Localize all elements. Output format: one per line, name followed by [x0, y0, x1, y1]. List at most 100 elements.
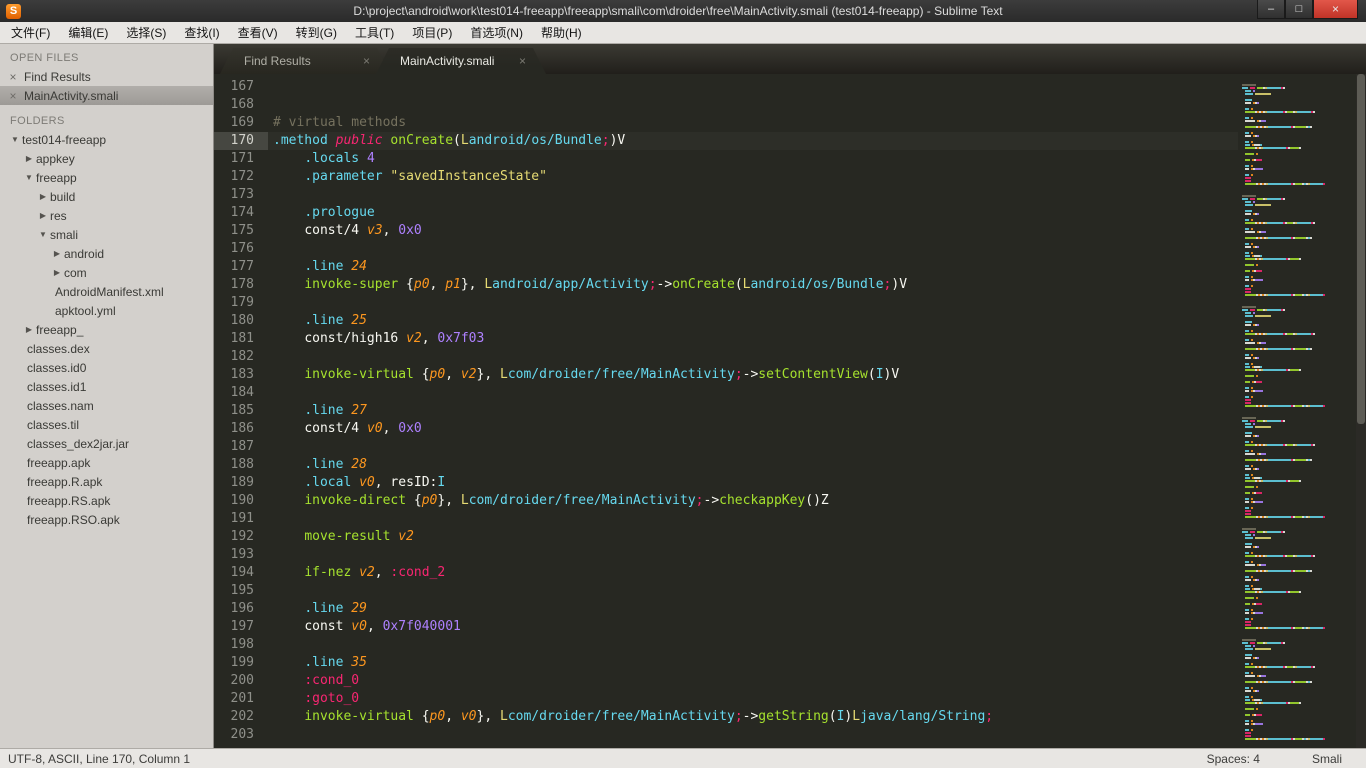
code-line-187[interactable]: 187: [214, 438, 1238, 456]
line-number[interactable]: 177: [214, 258, 268, 276]
tree-item-freeapp-rso-apk[interactable]: freeapp.RSO.apk: [0, 510, 213, 529]
menu-item-3[interactable]: 查找(I): [175, 21, 228, 44]
code-line-170[interactable]: 170 .method public onCreate(Landroid/os/B…: [214, 132, 1238, 150]
code-line-168[interactable]: 168: [214, 96, 1238, 114]
tree-item-android[interactable]: ▶ android: [0, 244, 213, 263]
line-number[interactable]: 200: [214, 672, 268, 690]
line-number[interactable]: 178: [214, 276, 268, 294]
code-line-167[interactable]: 167: [214, 78, 1238, 96]
code-line-201[interactable]: 201 :goto_0: [214, 690, 1238, 708]
tree-item-apktool-yml[interactable]: apktool.yml: [0, 301, 213, 320]
menu-item-2[interactable]: 选择(S): [117, 21, 175, 44]
close-icon[interactable]: ×: [519, 54, 526, 68]
line-number[interactable]: 173: [214, 186, 268, 204]
minimize-button[interactable]: –: [1257, 0, 1285, 19]
chevron-down-icon[interactable]: ▼: [22, 173, 36, 182]
line-number[interactable]: 179: [214, 294, 268, 312]
code-line-202[interactable]: 202 invoke-virtual {p0, v0}, Lcom/droide…: [214, 708, 1238, 726]
line-number[interactable]: 172: [214, 168, 268, 186]
minimap[interactable]: [1238, 74, 1356, 748]
tree-item-freeapp-apk[interactable]: freeapp.apk: [0, 453, 213, 472]
code-line-179[interactable]: 179: [214, 294, 1238, 312]
menu-item-8[interactable]: 首选项(N): [461, 21, 532, 44]
tree-item-com[interactable]: ▶ com: [0, 263, 213, 282]
code-line-196[interactable]: 196 .line 29: [214, 600, 1238, 618]
code-line-193[interactable]: 193: [214, 546, 1238, 564]
code-line-172[interactable]: 172 .parameter "savedInstanceState": [214, 168, 1238, 186]
line-number[interactable]: 203: [214, 726, 268, 744]
menu-item-7[interactable]: 项目(P): [403, 21, 461, 44]
code-line-169[interactable]: 169 # virtual methods: [214, 114, 1238, 132]
line-number[interactable]: 167: [214, 78, 268, 96]
code-line-199[interactable]: 199 .line 35: [214, 654, 1238, 672]
line-number[interactable]: 169: [214, 114, 268, 132]
code-line-189[interactable]: 189 .local v0, resID:I: [214, 474, 1238, 492]
line-number[interactable]: 192: [214, 528, 268, 546]
line-number[interactable]: 184: [214, 384, 268, 402]
code-line-177[interactable]: 177 .line 24: [214, 258, 1238, 276]
code-line-195[interactable]: 195: [214, 582, 1238, 600]
scrollbar[interactable]: [1356, 74, 1366, 748]
code-line-200[interactable]: 200 :cond_0: [214, 672, 1238, 690]
maximize-button[interactable]: □: [1285, 0, 1313, 19]
code-line-198[interactable]: 198: [214, 636, 1238, 654]
scrollbar-thumb[interactable]: [1357, 74, 1365, 425]
line-number[interactable]: 202: [214, 708, 268, 726]
menu-item-9[interactable]: 帮助(H): [532, 21, 591, 44]
tree-item-classes-id0[interactable]: classes.id0: [0, 358, 213, 377]
line-number[interactable]: 197: [214, 618, 268, 636]
line-number[interactable]: 189: [214, 474, 268, 492]
line-number[interactable]: 180: [214, 312, 268, 330]
tree-item-freeapp[interactable]: ▶ freeapp_: [0, 320, 213, 339]
code-line-186[interactable]: 186 const/4 v0, 0x0: [214, 420, 1238, 438]
tab-find-results[interactable]: Find Results ×: [220, 48, 390, 74]
code-line-183[interactable]: 183 invoke-virtual {p0, v2}, Lcom/droide…: [214, 366, 1238, 384]
code-line-192[interactable]: 192 move-result v2: [214, 528, 1238, 546]
tree-item-classes-id1[interactable]: classes.id1: [0, 377, 213, 396]
line-number[interactable]: 186: [214, 420, 268, 438]
line-number[interactable]: 199: [214, 654, 268, 672]
line-number[interactable]: 194: [214, 564, 268, 582]
status-syntax[interactable]: Smali: [1312, 752, 1342, 766]
menu-item-4[interactable]: 查看(V): [229, 21, 287, 44]
code-line-175[interactable]: 175 const/4 v3, 0x0: [214, 222, 1238, 240]
line-number[interactable]: 196: [214, 600, 268, 618]
line-number[interactable]: 188: [214, 456, 268, 474]
chevron-right-icon[interactable]: ▶: [50, 268, 64, 277]
line-number[interactable]: 191: [214, 510, 268, 528]
tree-item-build[interactable]: ▶ build: [0, 187, 213, 206]
code-line-197[interactable]: 197 const v0, 0x7f040001: [214, 618, 1238, 636]
tree-item-classes-nam[interactable]: classes.nam: [0, 396, 213, 415]
line-number[interactable]: 174: [214, 204, 268, 222]
tab-mainactivity-smali[interactable]: MainActivity.smali ×: [376, 48, 546, 74]
line-number[interactable]: 193: [214, 546, 268, 564]
chevron-right-icon[interactable]: ▶: [36, 211, 50, 220]
tree-item-classes-dex2jar-jar[interactable]: classes_dex2jar.jar: [0, 434, 213, 453]
tree-item-androidmanifest-xml[interactable]: AndroidManifest.xml: [0, 282, 213, 301]
line-number[interactable]: 171: [214, 150, 268, 168]
close-icon[interactable]: ×: [8, 89, 18, 103]
menu-item-5[interactable]: 转到(G): [287, 21, 346, 44]
tree-item-freeapp[interactable]: ▼ freeapp: [0, 168, 213, 187]
chevron-down-icon[interactable]: ▼: [36, 230, 50, 239]
line-number[interactable]: 187: [214, 438, 268, 456]
tree-item-classes-dex[interactable]: classes.dex: [0, 339, 213, 358]
chevron-down-icon[interactable]: ▼: [8, 135, 22, 144]
line-number[interactable]: 170: [214, 132, 268, 150]
menu-item-1[interactable]: 编辑(E): [59, 21, 117, 44]
close-icon[interactable]: ×: [8, 70, 18, 84]
code-line-184[interactable]: 184: [214, 384, 1238, 402]
code-line-185[interactable]: 185 .line 27: [214, 402, 1238, 420]
line-number[interactable]: 185: [214, 402, 268, 420]
code-line-182[interactable]: 182: [214, 348, 1238, 366]
chevron-right-icon[interactable]: ▶: [22, 154, 36, 163]
tree-item-freeapp-r-apk[interactable]: freeapp.R.apk: [0, 472, 213, 491]
line-number[interactable]: 190: [214, 492, 268, 510]
chevron-right-icon[interactable]: ▶: [50, 249, 64, 258]
code-line-176[interactable]: 176: [214, 240, 1238, 258]
code-line-181[interactable]: 181 const/high16 v2, 0x7f03: [214, 330, 1238, 348]
menu-item-6[interactable]: 工具(T): [346, 21, 403, 44]
close-button[interactable]: ×: [1313, 0, 1358, 19]
menu-item-0[interactable]: 文件(F): [2, 21, 59, 44]
line-number[interactable]: 176: [214, 240, 268, 258]
